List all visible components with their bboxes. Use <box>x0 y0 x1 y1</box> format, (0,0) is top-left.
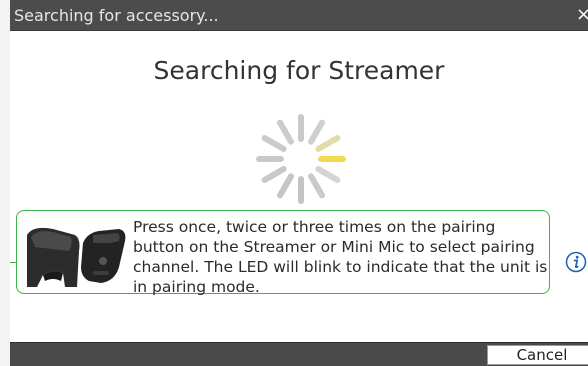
left-edge-strip <box>0 0 10 366</box>
page-title: Searching for Streamer <box>153 56 445 85</box>
spinner-spoke <box>261 166 287 183</box>
pairing-instructions-box: Press once, twice or three times on the … <box>16 210 550 296</box>
spinner-spoke <box>308 173 325 199</box>
spinner-spoke <box>277 119 294 145</box>
cancel-button[interactable]: Cancel <box>487 345 588 365</box>
window-title: Searching for accessory... <box>14 6 219 25</box>
title-bar: Searching for accessory... × <box>10 0 588 31</box>
spinner-spoke <box>308 119 325 145</box>
spinner-spoke <box>315 166 341 183</box>
info-icon[interactable] <box>565 251 587 273</box>
footer-bar: Cancel <box>10 342 588 366</box>
close-icon[interactable]: × <box>576 3 588 27</box>
streamer-and-mini-mic-image <box>27 227 126 287</box>
spinner-spoke <box>315 135 341 152</box>
loading-spinner-icon <box>256 114 346 204</box>
spinner-spoke <box>261 135 287 152</box>
spinner-spoke <box>277 173 294 199</box>
pairing-instructions-text: Press once, twice or three times on the … <box>133 218 548 296</box>
